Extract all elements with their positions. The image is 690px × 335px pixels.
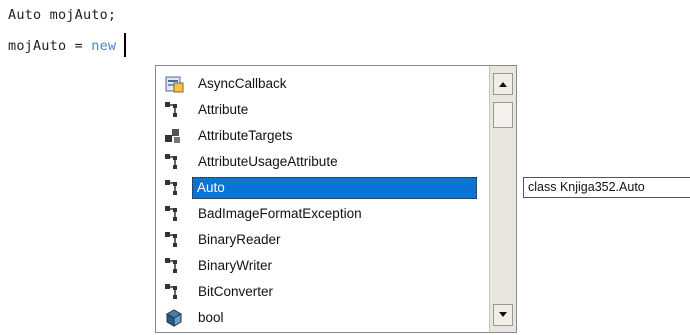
completion-item-attribute[interactable]: Attribute [156, 97, 489, 123]
completion-item-label: AsyncCallback [198, 76, 287, 91]
completion-item-label: BadImageFormatException [198, 206, 362, 221]
completion-item-badimageformatexception[interactable]: BadImageFormatException [156, 201, 489, 227]
completion-item-label: BinaryReader [198, 232, 281, 247]
completion-item-label: BinaryWriter [198, 258, 273, 273]
completion-item-attributeusageattribute[interactable]: AttributeUsageAttribute [156, 149, 489, 175]
completion-item-attributetargets[interactable]: AttributeTargets [156, 123, 489, 149]
completion-item-binaryreader[interactable]: BinaryReader [156, 227, 489, 253]
completion-item-label: bool [198, 310, 224, 325]
text-caret [124, 33, 127, 57]
arrow-down-icon [499, 312, 507, 317]
code-line-2-prefix: mojAuto = [8, 38, 92, 54]
completion-item-label: Attribute [198, 102, 249, 117]
completion-list[interactable]: AsyncCallback Attribute AttributeTargets… [156, 66, 489, 332]
class-icon [163, 256, 185, 276]
delegate-icon [163, 74, 185, 94]
completion-item-bitconverter[interactable]: BitConverter [156, 279, 489, 305]
class-icon [163, 100, 185, 120]
struct-icon [163, 308, 185, 328]
completion-scrollbar[interactable] [489, 66, 516, 332]
type-tooltip: class Knjiga352.Auto [523, 177, 690, 198]
class-icon [163, 152, 185, 172]
completion-item-label: BitConverter [198, 284, 274, 299]
enum-icon [163, 126, 185, 146]
class-icon [163, 230, 185, 250]
completion-item-label: AttributeTargets [198, 128, 293, 143]
arrow-up-icon [499, 82, 507, 87]
class-icon [163, 282, 185, 302]
scroll-up-button[interactable] [493, 73, 513, 95]
completion-item-label: Auto [192, 177, 477, 199]
class-icon [163, 178, 185, 198]
completion-item-asynccallback[interactable]: AsyncCallback [156, 71, 489, 97]
code-line-2[interactable]: mojAuto = new [8, 33, 127, 57]
completion-item-binarywriter[interactable]: BinaryWriter [156, 253, 489, 279]
code-line-1: Auto mojAuto; [8, 7, 117, 23]
completion-item-auto[interactable]: Auto [156, 175, 489, 201]
completion-item-label: AttributeUsageAttribute [198, 154, 338, 169]
class-icon [163, 204, 185, 224]
scroll-thumb[interactable] [493, 102, 513, 128]
scroll-down-button[interactable] [493, 304, 513, 326]
intellisense-popup[interactable]: AsyncCallback Attribute AttributeTargets… [155, 65, 517, 333]
new-keyword: new [91, 38, 117, 54]
completion-item-bool[interactable]: bool [156, 305, 489, 331]
